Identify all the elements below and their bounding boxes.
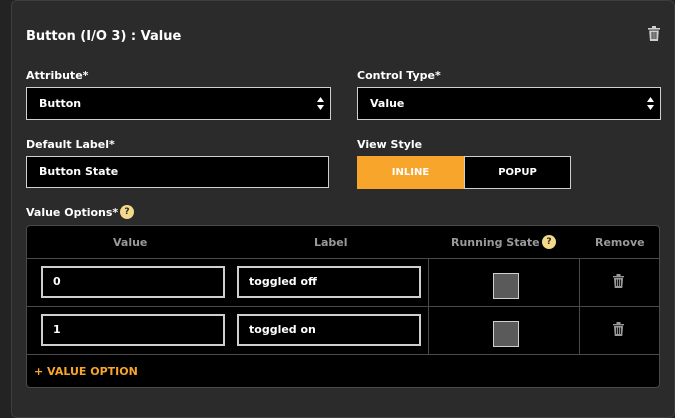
value-input[interactable]: 0 xyxy=(41,266,225,298)
column-header-remove: Remove xyxy=(595,236,645,249)
view-style-label: View Style xyxy=(357,138,423,151)
divider xyxy=(428,258,429,354)
view-style-inline-button[interactable]: INLINE xyxy=(357,156,464,189)
label-input[interactable]: toggled on xyxy=(237,314,421,346)
updown-chevron-icon xyxy=(317,97,324,110)
attribute-select[interactable]: Button xyxy=(26,87,331,120)
value-options-table: Value Label Running State ? Remove 0 tog… xyxy=(26,225,660,388)
add-value-option-button[interactable]: + VALUE OPTION xyxy=(34,365,138,378)
control-type-select[interactable]: Value xyxy=(357,87,661,120)
trash-icon[interactable] xyxy=(613,322,624,336)
control-type-label: Control Type* xyxy=(357,69,441,82)
help-icon[interactable]: ? xyxy=(120,205,134,219)
value-input-text: 1 xyxy=(53,323,61,336)
updown-chevron-icon xyxy=(647,97,654,110)
panel-title: Button (I/O 3) : Value xyxy=(26,29,182,44)
default-label-value: Button State xyxy=(39,165,119,178)
help-icon[interactable]: ? xyxy=(542,235,556,249)
column-header-value: Value xyxy=(113,236,148,249)
divider xyxy=(27,306,659,307)
running-state-checkbox[interactable] xyxy=(493,321,519,347)
divider xyxy=(579,258,580,354)
column-header-running-state: Running State xyxy=(451,236,540,249)
label-input-text: toggled off xyxy=(249,275,317,288)
value-input[interactable]: 1 xyxy=(41,314,225,346)
trash-icon[interactable] xyxy=(648,26,660,41)
value-options-label: Value Options* xyxy=(26,206,119,219)
attribute-select-value: Button xyxy=(39,97,82,110)
running-state-checkbox[interactable] xyxy=(493,273,519,299)
value-config-panel: Button (I/O 3) : Value Attribute* Button… xyxy=(11,0,675,418)
trash-icon[interactable] xyxy=(613,274,624,288)
default-label-input[interactable]: Button State xyxy=(26,156,329,188)
divider xyxy=(27,258,659,259)
attribute-label: Attribute* xyxy=(26,69,89,82)
value-input-text: 0 xyxy=(53,275,61,288)
view-style-popup-button[interactable]: POPUP xyxy=(464,156,571,189)
default-label-label: Default Label* xyxy=(26,138,115,151)
divider xyxy=(27,354,659,355)
control-type-select-value: Value xyxy=(370,97,405,110)
label-input-text: toggled on xyxy=(249,323,316,336)
label-input[interactable]: toggled off xyxy=(237,266,421,298)
column-header-label: Label xyxy=(314,236,348,249)
